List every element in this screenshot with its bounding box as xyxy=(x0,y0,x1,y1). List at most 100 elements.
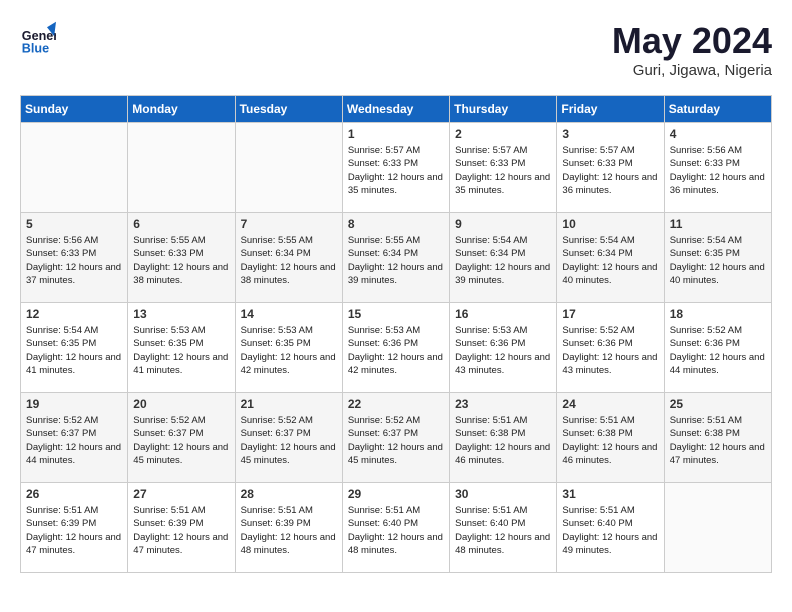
day-info: Sunrise: 5:54 AMSunset: 6:35 PMDaylight:… xyxy=(26,324,122,377)
day-number: 19 xyxy=(26,397,122,411)
day-info: Sunrise: 5:52 AMSunset: 6:37 PMDaylight:… xyxy=(241,414,337,467)
calendar-cell: 21 Sunrise: 5:52 AMSunset: 6:37 PMDayligh… xyxy=(235,393,342,483)
calendar-cell: 8 Sunrise: 5:55 AMSunset: 6:34 PMDaylight… xyxy=(342,213,449,303)
day-number: 6 xyxy=(133,217,229,231)
day-number: 18 xyxy=(670,307,766,321)
day-info: Sunrise: 5:57 AMSunset: 6:33 PMDaylight:… xyxy=(562,144,658,197)
weekday-header: Wednesday xyxy=(342,96,449,123)
day-number: 9 xyxy=(455,217,551,231)
calendar-cell xyxy=(235,123,342,213)
calendar-cell: 26 Sunrise: 5:51 AMSunset: 6:39 PMDayligh… xyxy=(21,483,128,573)
day-info: Sunrise: 5:51 AMSunset: 6:39 PMDaylight:… xyxy=(241,504,337,557)
calendar-cell: 31 Sunrise: 5:51 AMSunset: 6:40 PMDayligh… xyxy=(557,483,664,573)
day-number: 25 xyxy=(670,397,766,411)
calendar-cell: 22Sunrise: 5:52 AMSunset: 6:37 PMDayligh… xyxy=(342,393,449,483)
day-number: 14 xyxy=(241,307,337,321)
day-info: Sunrise: 5:54 AMSunset: 6:34 PMDaylight:… xyxy=(562,234,658,287)
day-number: 21 xyxy=(241,397,337,411)
weekday-header: Friday xyxy=(557,96,664,123)
logo: General Blue xyxy=(20,20,56,56)
day-info: Sunrise: 5:53 AMSunset: 6:36 PMDaylight:… xyxy=(455,324,551,377)
calendar-cell: 28 Sunrise: 5:51 AMSunset: 6:39 PMDayligh… xyxy=(235,483,342,573)
weekday-header: Saturday xyxy=(664,96,771,123)
day-info: Sunrise: 5:53 AMSunset: 6:36 PMDaylight:… xyxy=(348,324,444,377)
location: Guri, Jigawa, Nigeria xyxy=(612,62,772,79)
day-number: 5 xyxy=(26,217,122,231)
day-info: Sunrise: 5:51 AMSunset: 6:38 PMDaylight:… xyxy=(562,414,658,467)
day-number: 28 xyxy=(241,487,337,501)
calendar-table: SundayMondayTuesdayWednesdayThursdayFrid… xyxy=(20,95,772,573)
calendar-cell: 23 Sunrise: 5:51 AMSunset: 6:38 PMDayligh… xyxy=(450,393,557,483)
day-info: Sunrise: 5:51 AMSunset: 6:40 PMDaylight:… xyxy=(562,504,658,557)
day-number: 24 xyxy=(562,397,658,411)
calendar-cell: 6 Sunrise: 5:55 AMSunset: 6:33 PMDaylight… xyxy=(128,213,235,303)
calendar-cell: 10 Sunrise: 5:54 AMSunset: 6:34 PMDayligh… xyxy=(557,213,664,303)
calendar-cell: 11 Sunrise: 5:54 AMSunset: 6:35 PMDayligh… xyxy=(664,213,771,303)
day-info: Sunrise: 5:54 AMSunset: 6:35 PMDaylight:… xyxy=(670,234,766,287)
day-number: 7 xyxy=(241,217,337,231)
weekday-header: Monday xyxy=(128,96,235,123)
calendar-cell: 2 Sunrise: 5:57 AMSunset: 6:33 PMDaylight… xyxy=(450,123,557,213)
day-info: Sunrise: 5:55 AMSunset: 6:33 PMDaylight:… xyxy=(133,234,229,287)
day-number: 15 xyxy=(348,307,444,321)
calendar-cell: 12 Sunrise: 5:54 AMSunset: 6:35 PMDayligh… xyxy=(21,303,128,393)
day-info: Sunrise: 5:55 AMSunset: 6:34 PMDaylight:… xyxy=(348,234,444,287)
day-info: Sunrise: 5:51 AMSunset: 6:39 PMDaylight:… xyxy=(133,504,229,557)
calendar-cell: 4 Sunrise: 5:56 AMSunset: 6:33 PMDaylight… xyxy=(664,123,771,213)
day-info: Sunrise: 5:54 AMSunset: 6:34 PMDaylight:… xyxy=(455,234,551,287)
day-number: 30 xyxy=(455,487,551,501)
calendar-cell: 5 Sunrise: 5:56 AMSunset: 6:33 PMDaylight… xyxy=(21,213,128,303)
calendar-cell: 20Sunrise: 5:52 AMSunset: 6:37 PMDayligh… xyxy=(128,393,235,483)
day-info: Sunrise: 5:53 AMSunset: 6:35 PMDaylight:… xyxy=(241,324,337,377)
day-info: Sunrise: 5:56 AMSunset: 6:33 PMDaylight:… xyxy=(26,234,122,287)
day-number: 8 xyxy=(348,217,444,231)
weekday-header: Sunday xyxy=(21,96,128,123)
day-info: Sunrise: 5:57 AMSunset: 6:33 PMDaylight:… xyxy=(455,144,551,197)
calendar-cell: 1Sunrise: 5:57 AMSunset: 6:33 PMDaylight… xyxy=(342,123,449,213)
day-number: 2 xyxy=(455,127,551,141)
calendar-cell: 27 Sunrise: 5:51 AMSunset: 6:39 PMDayligh… xyxy=(128,483,235,573)
day-info: Sunrise: 5:52 AMSunset: 6:36 PMDaylight:… xyxy=(562,324,658,377)
day-info: Sunrise: 5:51 AMSunset: 6:38 PMDaylight:… xyxy=(455,414,551,467)
calendar-cell: 19 Sunrise: 5:52 AMSunset: 6:37 PMDayligh… xyxy=(21,393,128,483)
day-number: 10 xyxy=(562,217,658,231)
calendar-cell: 24 Sunrise: 5:51 AMSunset: 6:38 PMDayligh… xyxy=(557,393,664,483)
calendar-cell: 15 Sunrise: 5:53 AMSunset: 6:36 PMDayligh… xyxy=(342,303,449,393)
day-number: 16 xyxy=(455,307,551,321)
day-info: Sunrise: 5:52 AMSunset: 6:37 PMDaylight:… xyxy=(26,414,122,467)
day-info: Sunrise: 5:56 AMSunset: 6:33 PMDaylight:… xyxy=(670,144,766,197)
calendar-cell: 29 Sunrise: 5:51 AMSunset: 6:40 PMDayligh… xyxy=(342,483,449,573)
day-number: 27 xyxy=(133,487,229,501)
day-number: 17 xyxy=(562,307,658,321)
calendar-cell: 25 Sunrise: 5:51 AMSunset: 6:38 PMDayligh… xyxy=(664,393,771,483)
svg-text:Blue: Blue xyxy=(22,41,49,55)
day-info: Sunrise: 5:55 AMSunset: 6:34 PMDaylight:… xyxy=(241,234,337,287)
calendar-cell: 17 Sunrise: 5:52 AMSunset: 6:36 PMDayligh… xyxy=(557,303,664,393)
day-number: 4 xyxy=(670,127,766,141)
calendar-cell: 9 Sunrise: 5:54 AMSunset: 6:34 PMDaylight… xyxy=(450,213,557,303)
day-number: 11 xyxy=(670,217,766,231)
day-number: 13 xyxy=(133,307,229,321)
calendar-cell: 18 Sunrise: 5:52 AMSunset: 6:36 PMDayligh… xyxy=(664,303,771,393)
day-info: Sunrise: 5:51 AMSunset: 6:40 PMDaylight:… xyxy=(455,504,551,557)
day-number: 31 xyxy=(562,487,658,501)
weekday-header: Thursday xyxy=(450,96,557,123)
day-number: 3 xyxy=(562,127,658,141)
day-number: 12 xyxy=(26,307,122,321)
page-header: General Blue May 2024 Guri, Jigawa, Nige… xyxy=(20,20,772,79)
calendar-cell: 13 Sunrise: 5:53 AMSunset: 6:35 PMDayligh… xyxy=(128,303,235,393)
calendar-cell: 14 Sunrise: 5:53 AMSunset: 6:35 PMDayligh… xyxy=(235,303,342,393)
day-number: 23 xyxy=(455,397,551,411)
day-number: 29 xyxy=(348,487,444,501)
day-info: Sunrise: 5:52 AMSunset: 6:36 PMDaylight:… xyxy=(670,324,766,377)
day-number: 20 xyxy=(133,397,229,411)
day-info: Sunrise: 5:53 AMSunset: 6:35 PMDaylight:… xyxy=(133,324,229,377)
day-number: 26 xyxy=(26,487,122,501)
day-number: 1 xyxy=(348,127,444,141)
day-info: Sunrise: 5:51 AMSunset: 6:39 PMDaylight:… xyxy=(26,504,122,557)
day-info: Sunrise: 5:51 AMSunset: 6:40 PMDaylight:… xyxy=(348,504,444,557)
day-info: Sunrise: 5:51 AMSunset: 6:38 PMDaylight:… xyxy=(670,414,766,467)
logo-icon: General Blue xyxy=(20,20,56,56)
weekday-header: Tuesday xyxy=(235,96,342,123)
month-year: May 2024 xyxy=(612,20,772,62)
